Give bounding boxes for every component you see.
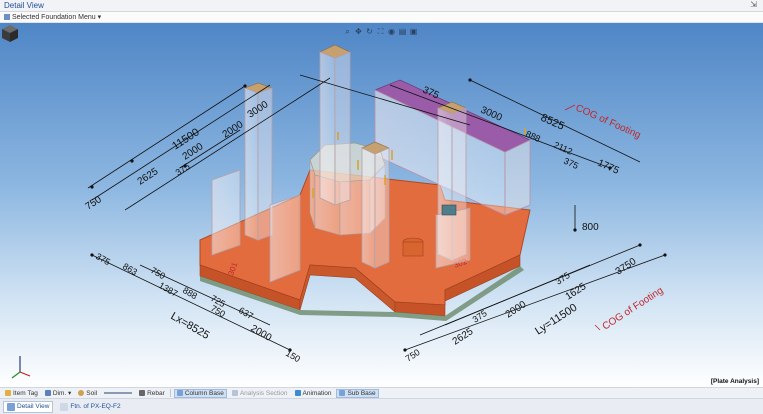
window-titlebar: Detail View ⇲ bbox=[0, 0, 763, 12]
selected-foundation-menu-label: Selected Foundation Menu bbox=[12, 14, 96, 21]
item-tag-button[interactable]: Item Tag bbox=[3, 389, 40, 398]
dim-800: 800 bbox=[582, 222, 599, 233]
dim-2000-bl: 2000 bbox=[249, 323, 274, 344]
dim-750-top: 750 bbox=[84, 194, 104, 213]
equipment-block[interactable] bbox=[441, 204, 457, 216]
dim-label: Dim. bbox=[52, 389, 67, 397]
dim-150: 150 bbox=[284, 348, 302, 364]
rebar-icon bbox=[139, 390, 146, 396]
dim-2112: 2112 bbox=[552, 140, 574, 157]
sub-base-button[interactable]: Sub Base bbox=[336, 388, 379, 398]
navigation-cube-icon[interactable] bbox=[0, 23, 20, 43]
tab-detail-view-label: Detail View bbox=[17, 403, 50, 410]
item-tag-label: Item Tag bbox=[13, 389, 38, 397]
display-toolbar: Item Tag Dim. ▾ Soil Rebar Column Base A… bbox=[0, 387, 763, 398]
dim-375-tr2: 375 bbox=[562, 156, 580, 171]
column-base-button[interactable]: Column Base bbox=[173, 388, 227, 398]
analysis-section-label: Analysis Section bbox=[239, 389, 288, 397]
analysis-section-icon bbox=[231, 390, 238, 396]
3d-viewport[interactable]: 301 302 11500 3000 2000 2000 2625 375 75… bbox=[0, 23, 763, 387]
sub-base-label: Sub Base bbox=[347, 389, 376, 397]
dim-1775: 1775 bbox=[596, 158, 621, 177]
view-icon[interactable]: ◉ bbox=[387, 27, 396, 36]
tab-ftn[interactable]: Ftn. of PX-EQ-F2 bbox=[57, 401, 123, 413]
rebar-label: Rebar bbox=[147, 389, 165, 397]
tab-detail-view[interactable]: Detail View bbox=[3, 400, 54, 413]
pin-icon[interactable]: ⇲ bbox=[750, 0, 757, 9]
render-icon[interactable]: ▤ bbox=[398, 27, 407, 36]
dim-375-br: 375 bbox=[554, 270, 572, 287]
dim-3750: 3750 bbox=[614, 256, 639, 278]
dim-8525: 8525 bbox=[539, 112, 566, 133]
dim-2625-br: 2625 bbox=[451, 326, 476, 348]
column-base-label: Column Base bbox=[184, 389, 224, 397]
soil-label: Soil bbox=[86, 389, 98, 397]
plate-analysis-status: [Plate Analysis] bbox=[710, 378, 759, 385]
soil-button[interactable]: Soil bbox=[76, 389, 99, 398]
menu-bar: Selected Foundation Menu ▾ bbox=[0, 12, 763, 23]
tab-ftn-label: Ftn. of PX-EQ-F2 bbox=[70, 403, 121, 410]
tag-icon bbox=[5, 390, 11, 396]
pan-icon[interactable]: ✥ bbox=[354, 27, 363, 36]
soil-icon bbox=[78, 390, 85, 396]
model-canvas: 301 302 11500 3000 2000 2000 2625 375 75… bbox=[11, 44, 667, 379]
dim-1387: 1387 bbox=[157, 280, 179, 299]
dim-375a: 375 bbox=[174, 161, 192, 178]
animation-button[interactable]: Animation bbox=[293, 389, 334, 398]
zoom-icon[interactable]: ⌕ bbox=[343, 27, 352, 36]
view-tools: ⌕ ✥ ↻ ⛶ ◉ ▤ ▣ bbox=[343, 27, 418, 37]
dim-lx: Lx=8525 bbox=[169, 310, 212, 342]
column-base-icon bbox=[176, 390, 183, 396]
window-title: Detail View bbox=[4, 1, 44, 10]
rotate-icon[interactable]: ↻ bbox=[365, 27, 374, 36]
pillar-center-back[interactable] bbox=[319, 44, 351, 206]
dim-2000a: 2000 bbox=[221, 119, 246, 141]
dim-2000-br: 2000 bbox=[504, 299, 529, 321]
foundation-menu-icon bbox=[4, 14, 10, 20]
dim-750-bl2: 750 bbox=[209, 303, 227, 319]
fit-icon[interactable]: ⛶ bbox=[376, 27, 385, 36]
view-tabs: Detail View Ftn. of PX-EQ-F2 bbox=[0, 398, 763, 414]
dim-375-bl: 375 bbox=[94, 251, 112, 267]
dimension-icon bbox=[44, 390, 51, 396]
display-icon[interactable]: ▣ bbox=[409, 27, 418, 36]
analysis-section-button[interactable]: Analysis Section bbox=[230, 389, 290, 398]
sub-base-icon bbox=[339, 390, 346, 396]
dim-750-bl: 750 bbox=[149, 265, 167, 281]
dim-375-br2: 375 bbox=[471, 308, 489, 325]
animation-icon bbox=[294, 390, 301, 396]
detail-view-icon bbox=[7, 402, 15, 411]
dim-863: 863 bbox=[121, 261, 139, 277]
dim-button[interactable]: Dim. ▾ bbox=[43, 389, 73, 398]
animation-label: Animation bbox=[302, 389, 332, 397]
selected-foundation-menu-button[interactable]: Selected Foundation Menu ▾ bbox=[4, 13, 101, 21]
pillar-center-front[interactable] bbox=[361, 141, 390, 269]
dim-637: 637 bbox=[237, 305, 255, 321]
document-icon bbox=[60, 402, 69, 411]
axis-triad-icon bbox=[11, 356, 31, 379]
cog-label-bottom: COG of Footing bbox=[601, 285, 666, 332]
dim-ly: Ly=11500 bbox=[533, 302, 579, 338]
rebar-button[interactable]: Rebar bbox=[137, 389, 167, 398]
soil-slider[interactable] bbox=[102, 389, 134, 398]
